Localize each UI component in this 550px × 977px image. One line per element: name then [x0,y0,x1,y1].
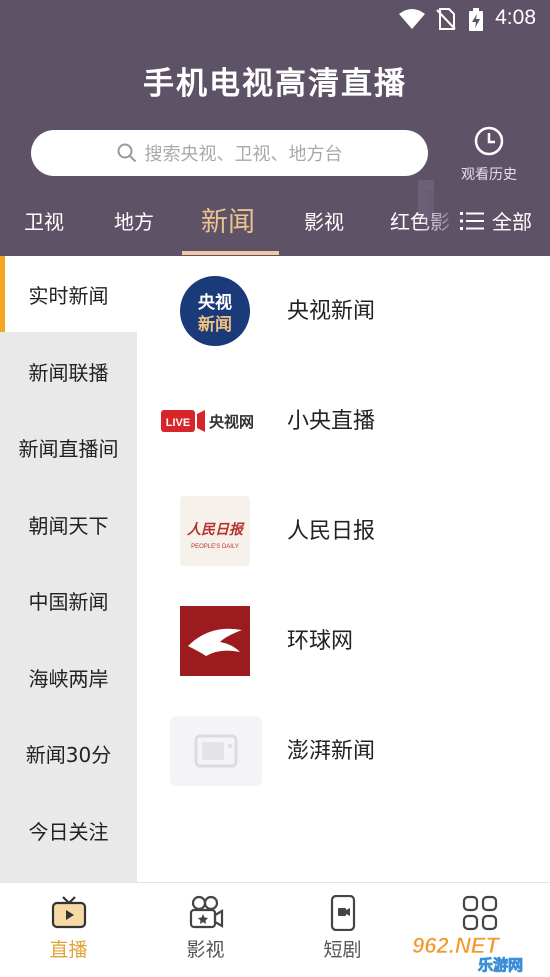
category-bar: 卫视 地方 新闻 影视 红色影 全部 [0,190,550,256]
watermark-logo: 962.NET 乐游网 [412,933,524,973]
sidebar-item-zhaowen[interactable]: 朝闻天下 [0,486,137,562]
channel-title: 人民日报 [287,519,376,544]
sidebar-item-lianbo[interactable]: 新闻联播 [0,333,137,409]
sidebar-item-label: 中国新闻 [28,589,109,614]
battery-charging-icon [469,8,483,31]
logo-text: PEOPLE'S DAILY [191,544,239,550]
history-button[interactable]: 观看历史 [452,126,526,184]
sidebar-item-shishi[interactable]: 实时新闻 [0,256,137,332]
tab-live[interactable]: 直播 [0,883,137,977]
search-bar[interactable]: 搜索央视、卫视、地方台 [31,130,428,176]
category-tab-yingshi[interactable]: 影视 [304,206,344,235]
sidebar-item-30fen[interactable]: 新闻30分 [0,715,137,791]
tab-label: 影视 [186,939,225,961]
category-tab-xinwen[interactable]: 新闻 [201,200,255,239]
sidebar-item-label: 海峡两岸 [28,666,109,691]
sidebar-item-label: 新闻30分 [25,742,112,767]
active-category-indicator [182,251,279,255]
channel-list: 央视 新闻 央视新闻 LIVE 央视网 小央直播 人民日报 PEOPLE'S D… [137,256,550,882]
channel-row[interactable]: LIVE 央视网 小央直播 [137,381,550,491]
logo-text: LIVE [166,417,190,429]
sidebar-item-label: 新闻联播 [28,360,109,385]
sidebar-item-label: 今日关注 [28,819,109,844]
search-placeholder: 搜索央视、卫视、地方台 [144,144,343,165]
category-fade [418,190,460,256]
clock-icon [474,126,504,156]
app-title: 手机电视高清直播 [143,66,407,102]
channel-title: 央视新闻 [287,299,376,324]
cctv-live-logo: LIVE 央视网 [161,410,254,432]
watermark-subtext: 乐游网 [478,956,523,973]
category-tab-weishi[interactable]: 卫视 [24,206,64,235]
tab-short-drama[interactable]: 短剧 [274,883,411,977]
status-bar: 4:08 [0,0,550,38]
channel-row[interactable]: 人民日报 PEOPLE'S DAILY 人民日报 [137,491,550,601]
phone-video-icon [330,895,355,931]
category-tab-difang[interactable]: 地方 [114,206,154,235]
grid-icon [462,895,497,931]
tab-label: 短剧 [323,939,362,961]
sidebar-item-zhongguo[interactable]: 中国新闻 [0,562,137,638]
cctv-news-logo: 央视 新闻 [180,276,250,346]
channel-title: 环球网 [287,629,354,654]
tv-placeholder-logo [170,716,262,786]
channel-row[interactable]: 环球网 [137,601,550,711]
wifi-icon [399,9,425,29]
sidebar-item-label: 实时新闻 [28,283,109,308]
bottom-tab-bar: 直播 影视 短剧 962.NET 乐游网 [0,882,550,977]
no-sim-icon [436,8,456,30]
search-icon [117,143,136,163]
sidebar-item-label: 新闻直播间 [18,436,119,461]
sidebar-item-zhibojian[interactable]: 新闻直播间 [0,409,137,485]
tv-icon [51,896,86,929]
history-label: 观看历史 [461,167,517,183]
tab-label: 直播 [49,939,88,961]
logo-text: 央视网 [209,413,254,431]
status-time: 4:08 [495,6,536,29]
tab-movies[interactable]: 影视 [137,883,274,977]
sidebar: 实时新闻 新闻联播 新闻直播间 朝闻天下 中国新闻 海峡两岸 新闻30分 今日关… [0,256,137,882]
channel-title: 小央直播 [287,409,376,434]
camera-icon [189,895,223,929]
sidebar-item-label: 朝闻天下 [28,513,109,538]
watermark-text: 962.NET [412,933,500,958]
all-categories-label: 全部 [492,210,532,234]
huanqiu-logo [180,606,250,676]
all-categories-button[interactable]: 全部 [460,206,532,235]
channel-row[interactable]: 央视 新闻 央视新闻 [137,271,550,381]
sidebar-item-jinri[interactable]: 今日关注 [0,792,137,868]
sidebar-item-haixia[interactable]: 海峡两岸 [0,639,137,715]
header: 4:08 手机电视高清直播 搜索央视、卫视、地方台 观看历史 卫视 地方 新闻 … [0,0,550,256]
channel-row[interactable]: 澎湃新闻 [137,711,550,821]
logo-text: 央视 [198,292,232,313]
channel-title: 澎湃新闻 [287,739,376,764]
logo-text: 人民日报 [187,521,245,538]
list-icon [460,211,484,230]
logo-text: 新闻 [198,314,232,335]
peoples-daily-logo: 人民日报 PEOPLE'S DAILY [180,496,250,566]
